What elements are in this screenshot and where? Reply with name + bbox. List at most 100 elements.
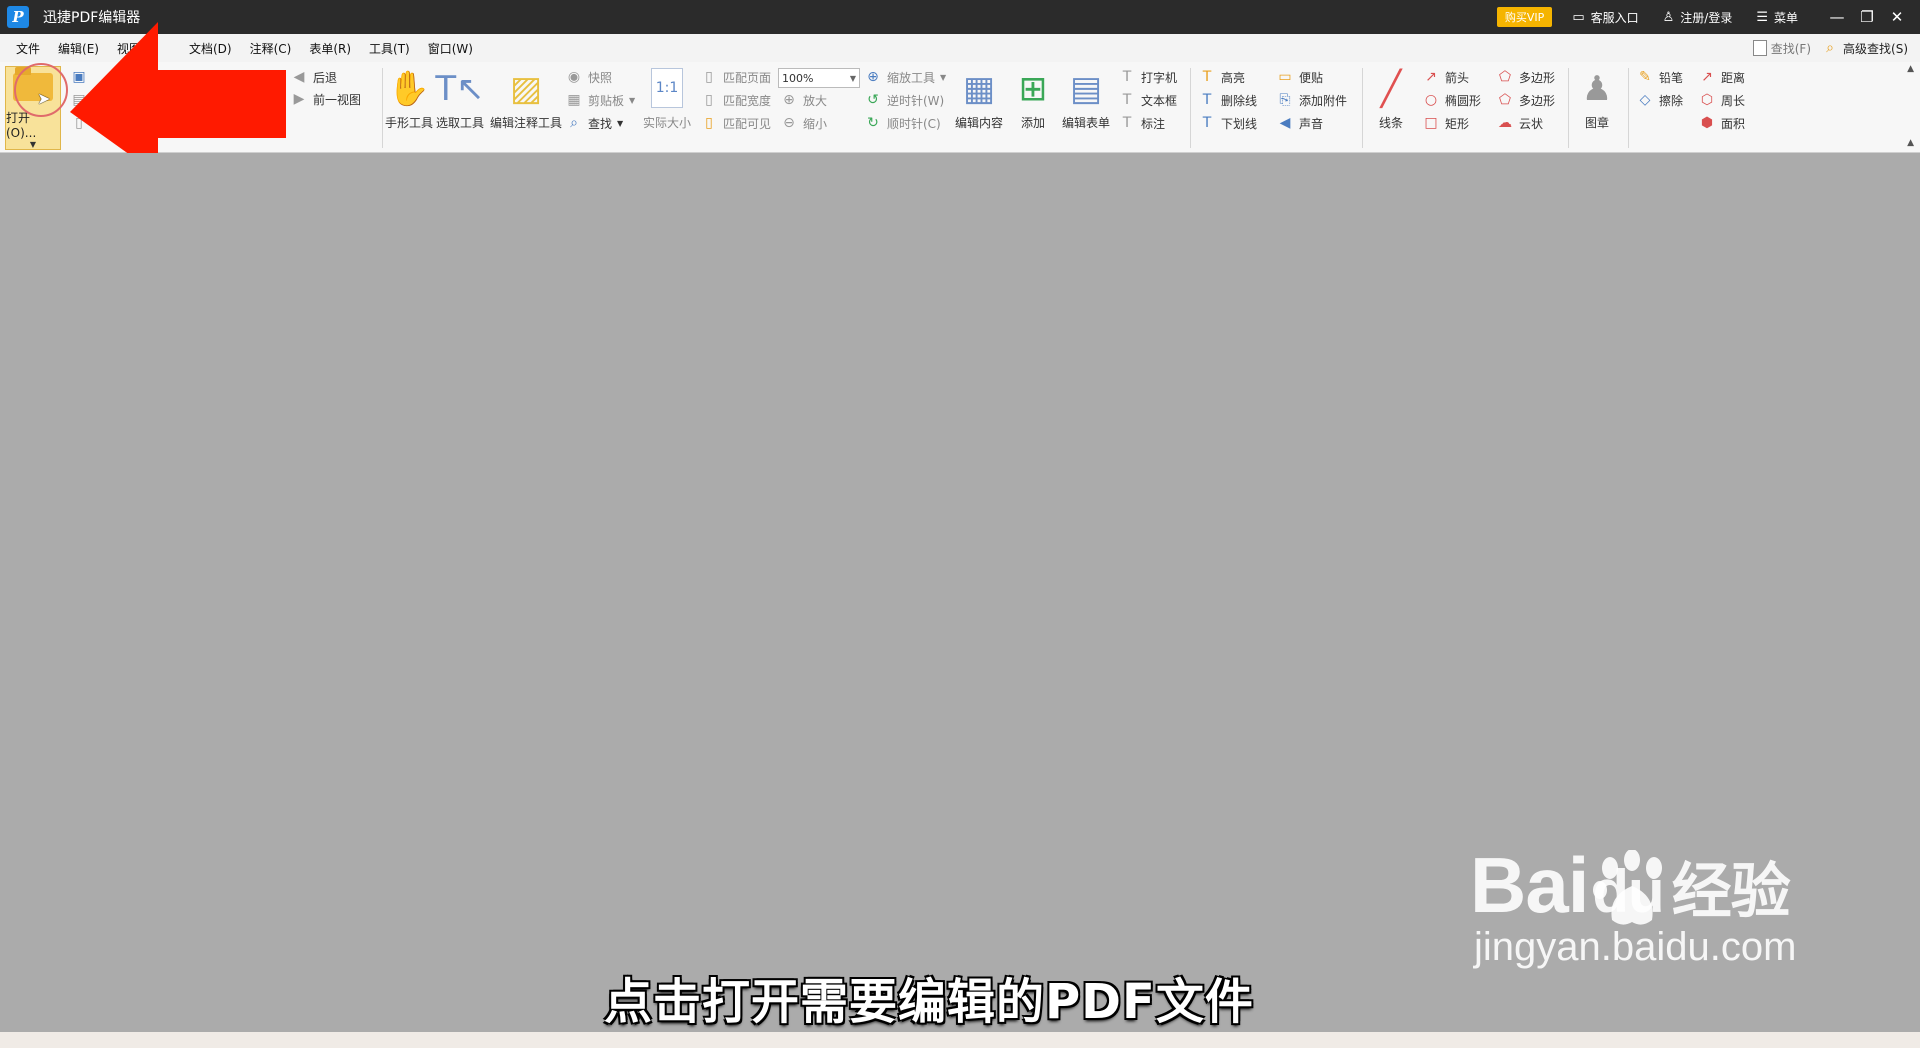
fit-visible-button[interactable]: ▯ 匹配可见 bbox=[700, 114, 771, 132]
ribbon-scroll-up-icon[interactable]: ▲ bbox=[1907, 64, 1914, 74]
select-text-icon: T↖ bbox=[435, 69, 485, 109]
menu-form[interactable]: 表单(R) bbox=[300, 40, 360, 57]
main-menu-label: 菜单 bbox=[1773, 10, 1798, 25]
zoom-tool-button[interactable]: ⊕ 缩放工具 ▼ bbox=[864, 68, 946, 86]
forward-view-button[interactable]: ▶ 前一视图 bbox=[290, 90, 361, 108]
zoom-select[interactable]: 100% ▼ bbox=[778, 68, 860, 88]
snapshot-label: 快照 bbox=[588, 70, 613, 85]
sound-button[interactable]: ◀ 声音 bbox=[1276, 114, 1323, 132]
forward-arrow-icon: ▶ bbox=[293, 91, 305, 107]
separator bbox=[382, 68, 383, 148]
customer-service-link[interactable]: ▭ 客服入口 bbox=[1572, 9, 1638, 26]
restore-button[interactable]: ❐ bbox=[1852, 0, 1882, 34]
baidu-watermark: Bai du 经验 jingyan.baidu.com bbox=[1470, 840, 1796, 970]
user-icon: ♙ bbox=[1662, 9, 1675, 25]
callout-button[interactable]: T 标注 bbox=[1118, 114, 1165, 132]
advanced-find-label: 高级查找(S) bbox=[1843, 41, 1908, 56]
hand-tool-button[interactable]: ✋ 手形工具 bbox=[385, 64, 433, 131]
separator bbox=[1362, 68, 1363, 148]
attach-file-button[interactable]: ⎘ 添加附件 bbox=[1276, 91, 1347, 109]
textbox-button[interactable]: T 文本框 bbox=[1118, 91, 1177, 109]
fit-page-button[interactable]: ▯ 匹配页面 bbox=[700, 68, 771, 86]
stamp-label: 图章 bbox=[1584, 116, 1609, 130]
strikeout-icon: T bbox=[1202, 92, 1212, 108]
separator bbox=[1190, 68, 1191, 148]
highlight-label: 高亮 bbox=[1221, 70, 1246, 85]
ellipse-icon: ○ bbox=[1424, 92, 1438, 108]
back-label: 后退 bbox=[313, 70, 338, 85]
ribbon-collapse-icon[interactable]: ▲ bbox=[1907, 138, 1914, 148]
snapshot-button[interactable]: ◉ 快照 bbox=[565, 68, 612, 86]
watermark-brand: Bai bbox=[1470, 841, 1589, 929]
strikeout-button[interactable]: T 删除线 bbox=[1198, 91, 1257, 109]
note-button[interactable]: ▭ 便贴 bbox=[1276, 68, 1323, 86]
perimeter-button[interactable]: ⬡ 周长 bbox=[1698, 91, 1745, 109]
watermark-url: jingyan.baidu.com bbox=[1474, 925, 1797, 969]
actual-size-button[interactable]: 1:1 实际大小 bbox=[643, 64, 691, 131]
main-menu-button[interactable]: ☰ 菜单 bbox=[1756, 9, 1798, 26]
search-button[interactable]: ⌕ 查找 ▼ bbox=[565, 114, 623, 132]
rotate-ccw-button[interactable]: ↺ 逆时针(W) bbox=[864, 91, 944, 109]
menu-file[interactable]: 文件 bbox=[7, 40, 49, 57]
cloud-button[interactable]: ☁ 云状 bbox=[1496, 114, 1543, 132]
area-icon: ⬢ bbox=[1700, 115, 1714, 131]
hamburger-icon: ☰ bbox=[1756, 9, 1768, 25]
open-button[interactable]: ➤ 打开(O)... ▼ bbox=[5, 63, 68, 150]
polygon-button[interactable]: ⬠ 多边形 bbox=[1496, 68, 1555, 86]
edit-form-button[interactable]: ▤ 编辑表单 bbox=[1062, 64, 1110, 131]
pencil-button[interactable]: ✎ 铅笔 bbox=[1636, 68, 1683, 86]
rotate-cw-icon: ↻ bbox=[867, 115, 879, 131]
typewriter-button[interactable]: T 打字机 bbox=[1118, 68, 1177, 86]
rectangle-button[interactable]: □ 矩形 bbox=[1422, 114, 1469, 132]
rotate-cw-button[interactable]: ↻ 顺时针(C) bbox=[864, 114, 941, 132]
callout-icon: T bbox=[1122, 115, 1132, 131]
edit-form-label: 编辑表单 bbox=[1062, 116, 1111, 130]
zoom-out-button[interactable]: ⊖ 缩小 bbox=[780, 114, 827, 132]
highlight-button[interactable]: T 高亮 bbox=[1198, 68, 1245, 86]
edit-content-button[interactable]: ▦ 编辑内容 bbox=[955, 64, 1003, 131]
sound-label: 声音 bbox=[1299, 116, 1324, 131]
area-button[interactable]: ⬢ 面积 bbox=[1698, 114, 1745, 132]
menu-window[interactable]: 窗口(W) bbox=[419, 40, 482, 57]
sticky-note-icon: ▭ bbox=[1278, 69, 1292, 85]
line-button[interactable]: ╱ 线条 bbox=[1368, 64, 1414, 131]
pencil-icon: ✎ bbox=[1639, 69, 1651, 85]
rotate-ccw-icon: ↺ bbox=[867, 92, 879, 108]
add-button[interactable]: ⊞ 添加 bbox=[1010, 64, 1056, 131]
ellipse-button[interactable]: ○ 椭圆形 bbox=[1422, 91, 1481, 109]
zoom-tool-dropdown-icon: ▼ bbox=[940, 72, 947, 82]
clipboard-button[interactable]: ▦ 剪贴板 ▼ bbox=[565, 91, 635, 109]
close-button[interactable]: ✕ bbox=[1882, 0, 1912, 34]
forward-view-label: 前一视图 bbox=[313, 92, 362, 107]
fit-width-button[interactable]: ▯ 匹配宽度 bbox=[700, 91, 771, 109]
open-dropdown-icon: ▼ bbox=[29, 140, 37, 149]
edit-form-icon: ▤ bbox=[1069, 69, 1103, 109]
buy-vip-button[interactable]: 购买VIP bbox=[1496, 7, 1553, 27]
clipboard-icon: ▦ bbox=[567, 92, 581, 108]
select-tool-label: 选取工具 bbox=[436, 116, 485, 130]
arrow-button[interactable]: ↗ 箭头 bbox=[1422, 68, 1469, 86]
add-content-icon: ⊞ bbox=[1018, 69, 1048, 109]
find-button[interactable]: 查找(F) bbox=[1752, 40, 1811, 57]
stamp-button[interactable]: ♟ 图章 bbox=[1574, 64, 1620, 131]
distance-icon: ↗ bbox=[1701, 69, 1713, 85]
watermark-brand-cn: 经验 bbox=[1671, 858, 1791, 925]
zoom-in-button[interactable]: ⊕ 放大 bbox=[780, 91, 827, 109]
login-link[interactable]: ♙ 注册/登录 bbox=[1663, 9, 1733, 26]
polyline-label: 多边形 bbox=[1519, 93, 1556, 108]
app-logo-icon: P bbox=[7, 6, 29, 28]
polyline-button[interactable]: ⬠ 多边形 bbox=[1496, 91, 1555, 109]
select-tool-button[interactable]: T↖ 选取工具 bbox=[435, 64, 485, 131]
add-label: 添加 bbox=[1020, 116, 1045, 130]
menu-tools[interactable]: 工具(T) bbox=[360, 40, 419, 57]
fit-page-label: 匹配页面 bbox=[723, 70, 772, 85]
advanced-find-button[interactable]: ⌕ 高级查找(S) bbox=[1821, 39, 1908, 57]
eraser-button[interactable]: ◇ 擦除 bbox=[1636, 91, 1683, 109]
edit-annotation-tool-button[interactable]: ▨ 编辑注释工具 bbox=[490, 64, 562, 131]
distance-button[interactable]: ↗ 距离 bbox=[1698, 68, 1745, 86]
attach-file-label: 添加附件 bbox=[1299, 93, 1348, 108]
minimize-button[interactable]: — bbox=[1822, 0, 1852, 34]
underline-button[interactable]: T 下划线 bbox=[1198, 114, 1257, 132]
perimeter-icon: ⬡ bbox=[1700, 92, 1714, 108]
back-button[interactable]: ◀ 后退 bbox=[290, 68, 337, 86]
